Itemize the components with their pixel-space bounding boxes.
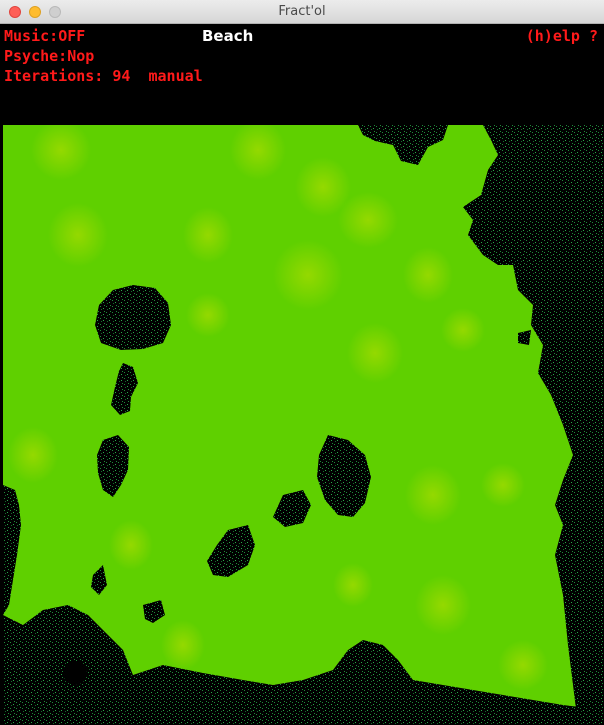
music-status: Music:OFF <box>4 27 85 45</box>
mode-label: manual <box>148 67 203 85</box>
help-hint[interactable]: (h)elp ? <box>526 27 598 45</box>
info-overlay: Music:OFF Psyche:Nop Iterations: 94 manu… <box>0 24 604 125</box>
iterations-label: Iterations: <box>4 67 104 85</box>
scene-name: Beach <box>202 27 254 45</box>
window-title-bar: Fract'ol <box>0 0 604 24</box>
fractal-render <box>3 125 604 725</box>
psyche-status: Psyche:Nop <box>4 47 94 65</box>
psyche-value: Nop <box>67 47 95 65</box>
iterations-value: 94 <box>112 67 131 85</box>
iterations-status: Iterations: 94 manual <box>4 67 203 85</box>
window-title: Fract'ol <box>278 4 326 19</box>
fractal-canvas[interactable] <box>3 125 604 725</box>
psyche-label: Psyche: <box>4 47 68 65</box>
fractal-core <box>63 661 87 685</box>
music-value: OFF <box>58 27 86 45</box>
music-label: Music: <box>4 27 59 45</box>
